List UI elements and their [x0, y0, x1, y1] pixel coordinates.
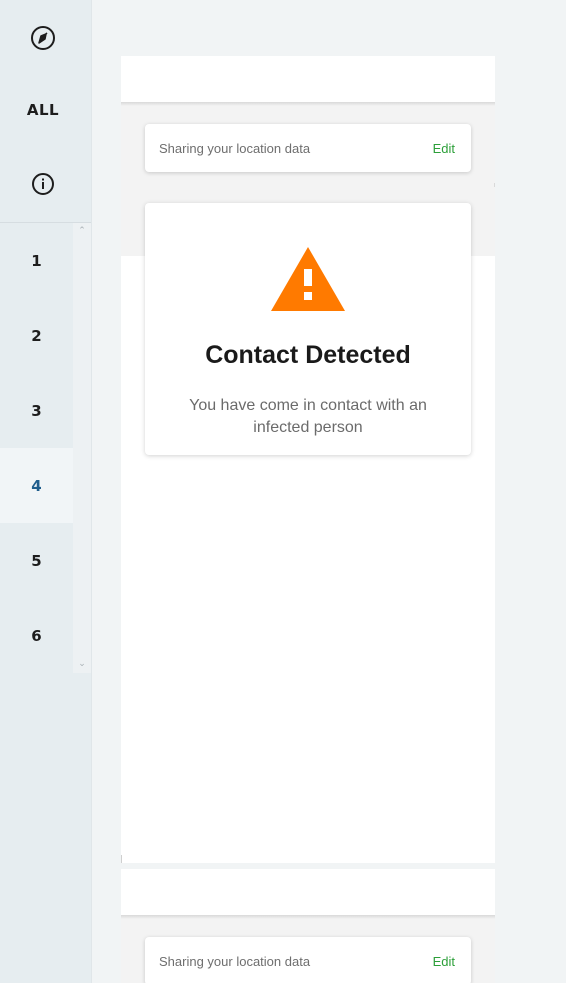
scroll-down-icon[interactable]: ⌄	[73, 656, 91, 670]
scroll-up-icon[interactable]: ⌃	[73, 223, 91, 237]
page-list-scrollbar[interactable]: ⌃ ⌄	[73, 223, 91, 673]
pointer-mode-button[interactable]	[0, 2, 86, 74]
page-item-1[interactable]: 1	[0, 223, 73, 298]
frame-edge-mark	[494, 183, 495, 187]
contact-alert-card: Contact Detected You have come in contac…	[145, 203, 471, 455]
alert-title: Contact Detected	[205, 341, 411, 369]
sidebar: ALL 1 2 3 4 5 6 ⌃ ⌄	[0, 0, 92, 983]
app-header	[121, 56, 495, 102]
page-item-5[interactable]: 5	[0, 523, 73, 598]
all-pages-button[interactable]: ALL	[0, 74, 86, 146]
screen-frame-1: Sharing your location data Edit Contact …	[121, 56, 495, 863]
edit-link-2[interactable]: Edit	[433, 954, 455, 969]
page-item-4[interactable]: 4	[0, 448, 73, 523]
app-header-2	[121, 869, 495, 915]
info-icon	[32, 173, 54, 195]
location-sharing-text-2: Sharing your location data	[159, 953, 311, 969]
frame-corner-mark	[121, 855, 122, 863]
location-sharing-card-2: Sharing your location data Edit	[145, 937, 471, 983]
screen-frame-2: Sharing your location data Edit	[121, 869, 495, 983]
location-sharing-card: Sharing your location data Edit	[145, 124, 471, 172]
location-sharing-text: Sharing your location data	[159, 140, 311, 156]
warning-icon	[271, 247, 345, 311]
page-item-2[interactable]: 2	[0, 298, 73, 373]
edit-link[interactable]: Edit	[433, 141, 455, 156]
alert-body: You have come in contact with an infecte…	[189, 397, 427, 436]
info-button[interactable]	[0, 148, 86, 220]
page-item-3[interactable]: 3	[0, 373, 73, 448]
pointer-icon	[31, 26, 55, 50]
page-list: 1 2 3 4 5 6 ⌃ ⌄	[0, 223, 91, 673]
page-item-6[interactable]: 6	[0, 598, 73, 673]
